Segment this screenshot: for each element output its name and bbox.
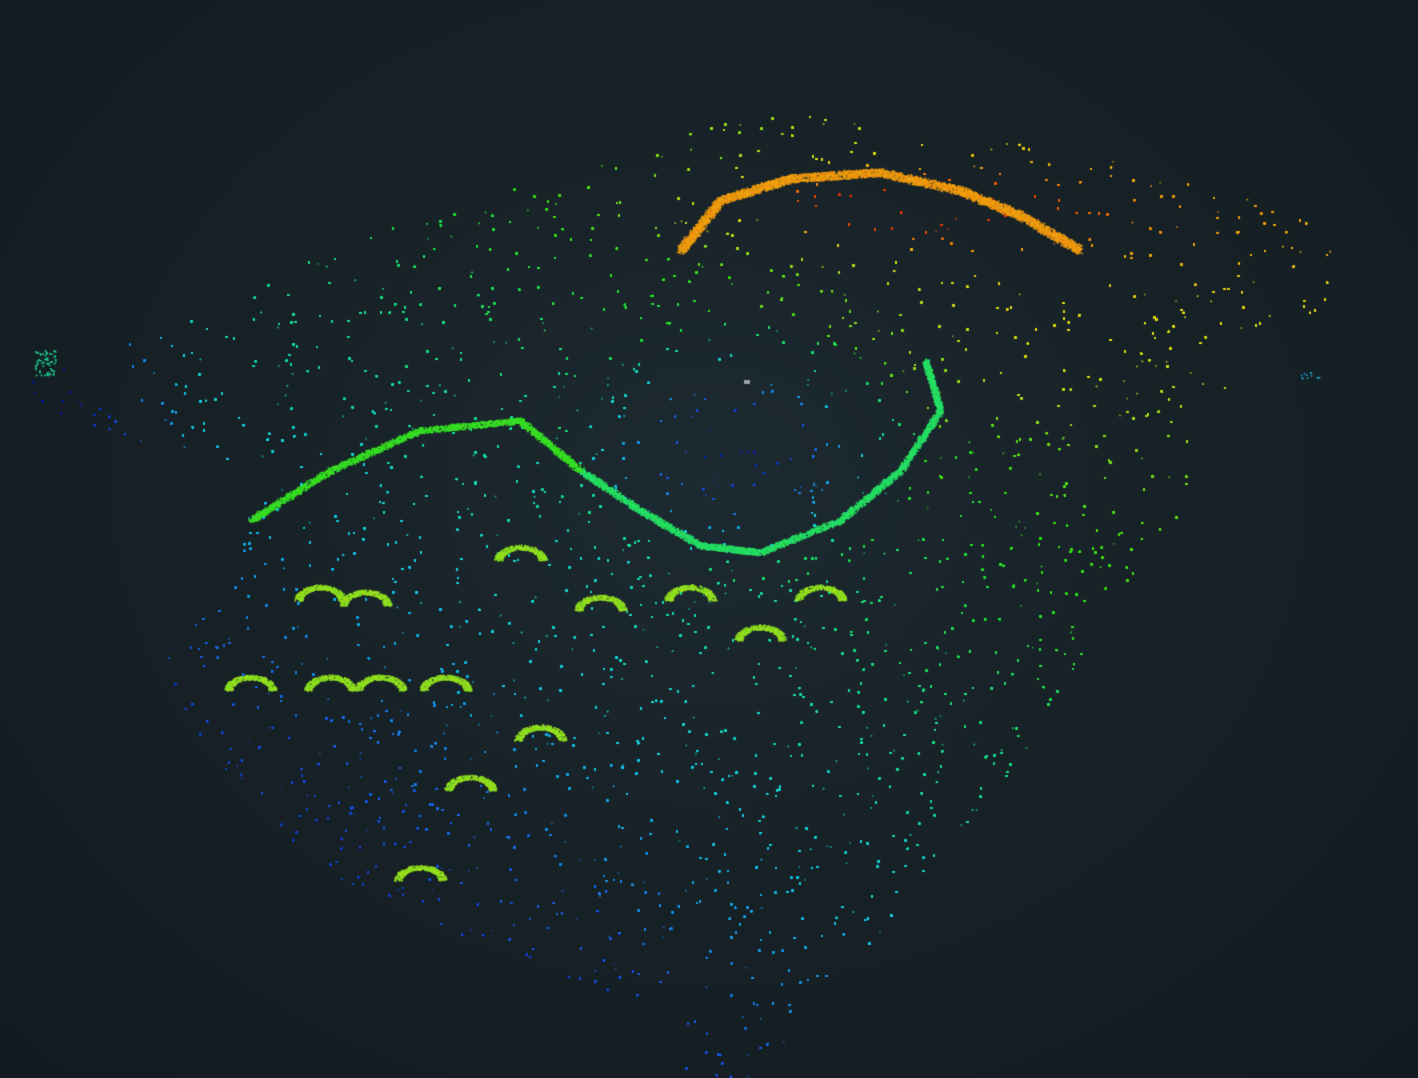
point-cloud-viewport[interactable] — [0, 0, 1418, 1078]
point-cloud-canvas[interactable] — [0, 0, 1418, 1078]
